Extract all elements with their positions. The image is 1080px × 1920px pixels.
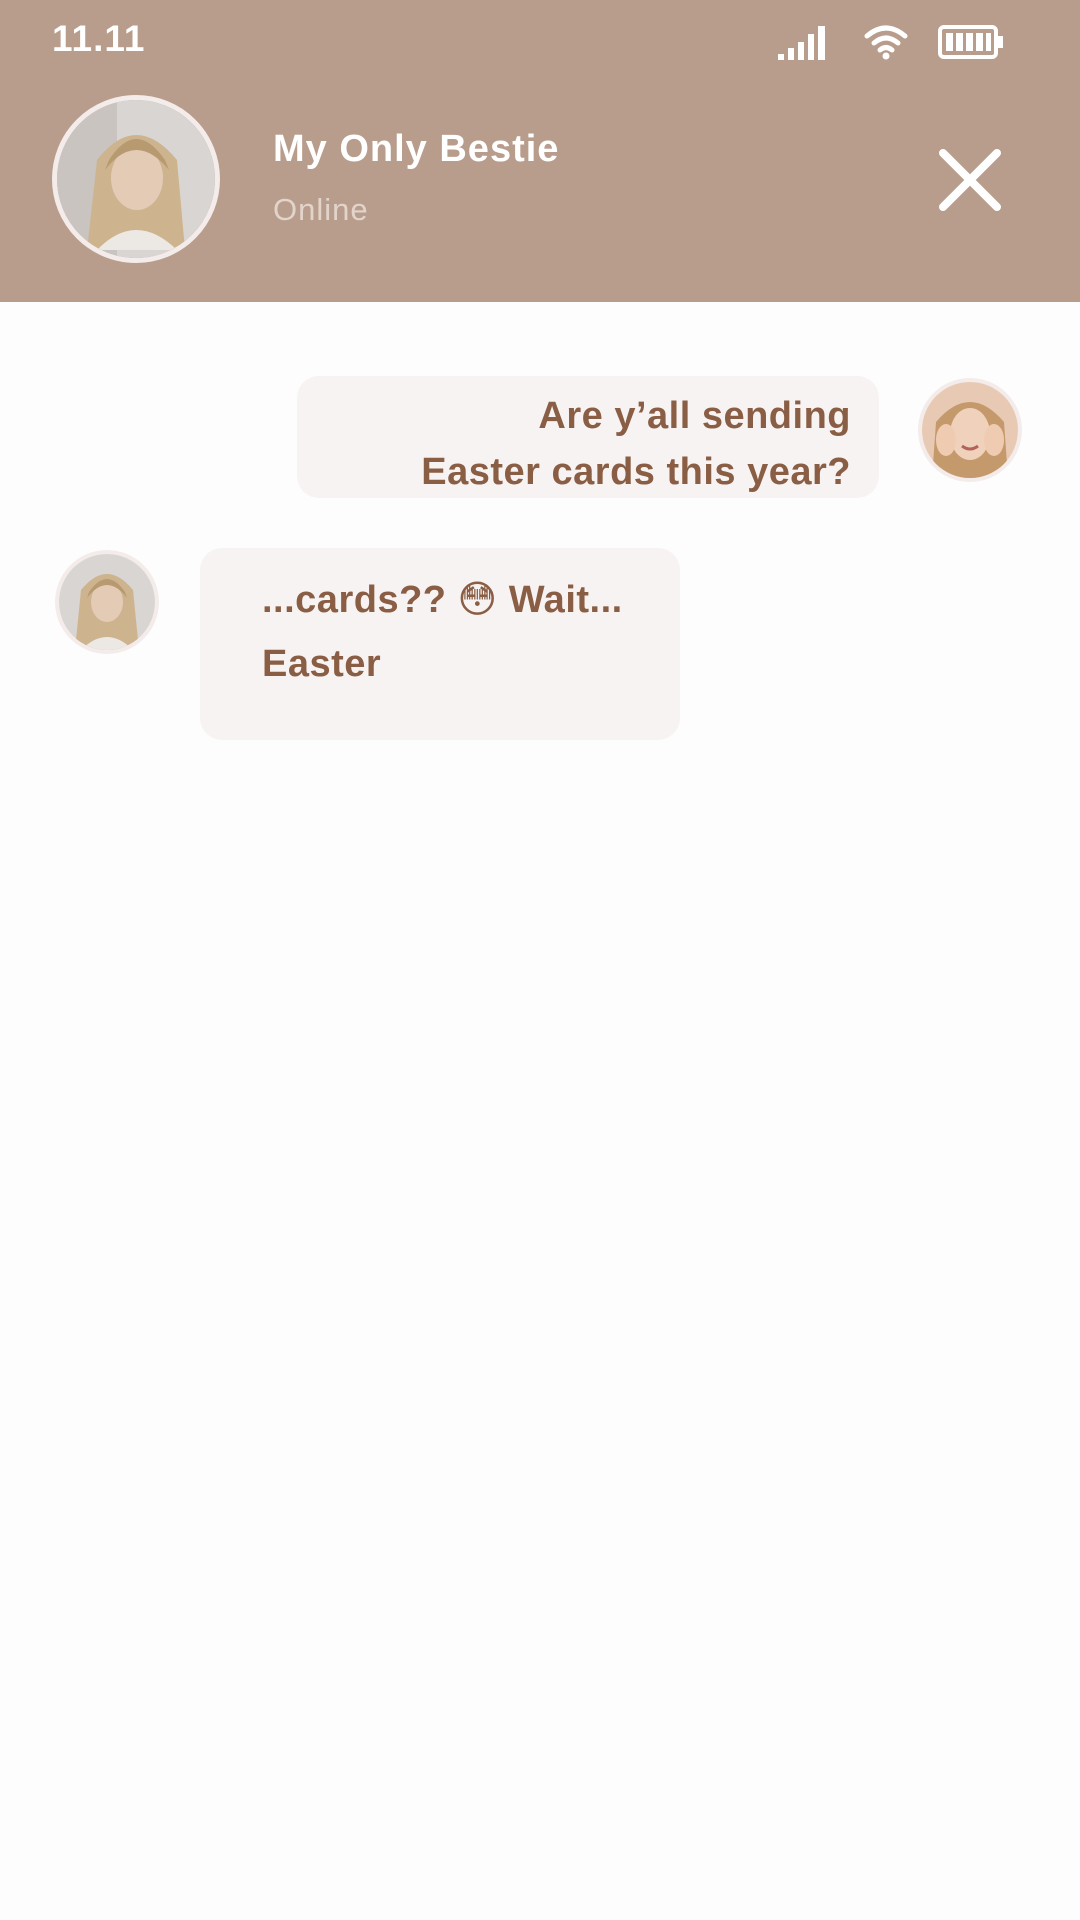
chat-header: 11.11 My Only Bestie Online: [0, 0, 1080, 302]
message-text-line: Easter: [262, 643, 382, 685]
contact-name: My Only Bestie: [273, 128, 560, 170]
message-bubble-incoming[interactable]: ...cards?? 😳 Wait... Easter: [200, 548, 680, 740]
signal-icon: [778, 26, 825, 60]
message-text-line: ...cards?? 😳 Wait...: [262, 579, 623, 621]
contact-online-status: Online: [273, 192, 369, 227]
message-bubble-outgoing[interactable]: Are y’all sending Easter cards this year…: [297, 376, 879, 498]
status-bar-icons: [778, 22, 1004, 62]
contact-avatar[interactable]: [52, 95, 220, 263]
close-button[interactable]: [935, 145, 1005, 215]
battery-icon: [938, 25, 1003, 59]
status-bar-time: 11.11: [52, 18, 146, 59]
wifi-icon: [864, 25, 908, 60]
message-text-line: Easter cards this year?: [421, 451, 851, 493]
message-text-line: Are y’all sending: [538, 395, 851, 437]
contact-message-avatar[interactable]: [55, 550, 159, 654]
my-avatar[interactable]: [918, 378, 1022, 482]
close-icon: [939, 149, 1001, 211]
